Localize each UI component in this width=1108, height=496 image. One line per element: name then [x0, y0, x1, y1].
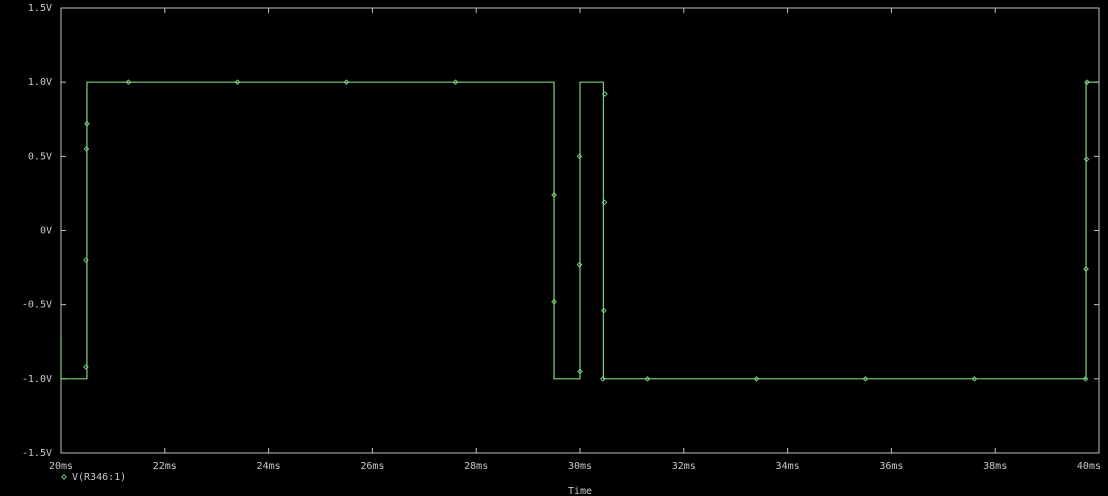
- y-tick-label: 1.0V: [28, 77, 52, 88]
- x-tick-label: 38ms: [983, 461, 1007, 472]
- x-axis-label: Time: [568, 486, 592, 496]
- legend-label: V(R346:1): [72, 472, 126, 483]
- y-tick-label: -1.0V: [22, 374, 52, 385]
- y-tick-label: -1.5V: [22, 448, 52, 459]
- y-axis-ticks: 1.5V 1.0V 0.5V 0V -0.5V -1.0V -1.5V: [22, 3, 1099, 459]
- chart-canvas: 1.5V 1.0V 0.5V 0V -0.5V -1.0V -1.5V 20ms 22ms 24…: [22, 3, 1101, 496]
- x-tick-label: 34ms: [776, 461, 800, 472]
- x-axis-ticks: 20ms 22ms 24ms 26ms 28ms 30ms 32ms 34ms 36ms 38ms…: [49, 8, 1101, 472]
- y-tick-label: -0.5V: [22, 300, 52, 311]
- x-tick-label: 24ms: [257, 461, 281, 472]
- series-line: [60, 81, 1099, 380]
- series-layer: [60, 79, 1099, 382]
- x-tick-label: 40ms: [1077, 461, 1101, 472]
- x-tick-label: 30ms: [568, 461, 592, 472]
- x-tick-label: 20ms: [49, 461, 73, 472]
- x-tick-label: 36ms: [879, 461, 903, 472]
- x-tick-label: 32ms: [672, 461, 696, 472]
- legend-marker: [61, 474, 67, 480]
- y-tick-label: 0V: [40, 226, 52, 237]
- y-tick-label: 1.5V: [28, 3, 52, 14]
- x-tick-label: 22ms: [153, 461, 177, 472]
- x-tick-label: 28ms: [464, 461, 488, 472]
- x-tick-label: 26ms: [360, 461, 384, 472]
- y-tick-label: 0.5V: [28, 151, 52, 162]
- legend: V(R346:1): [61, 472, 126, 483]
